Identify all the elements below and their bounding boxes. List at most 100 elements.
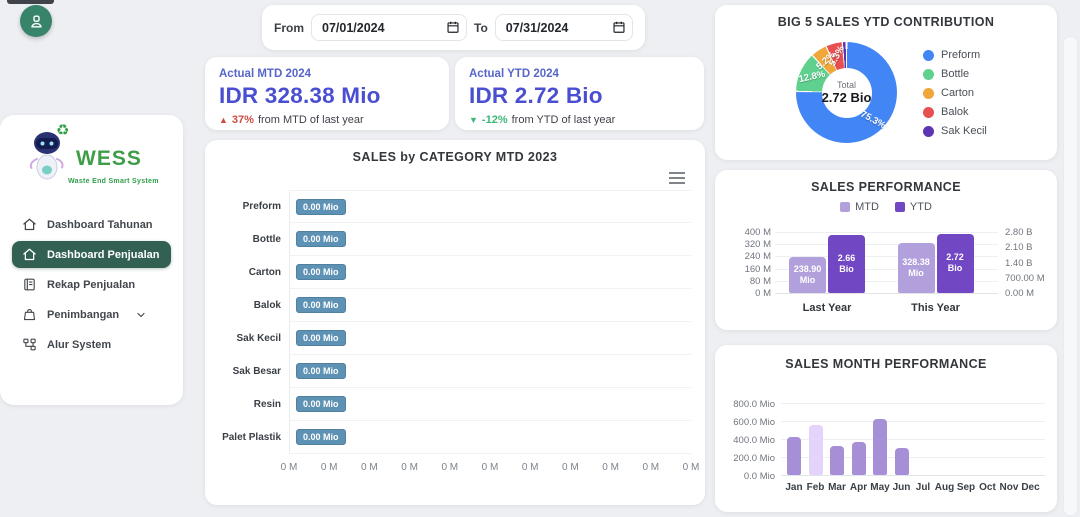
x-axis-tick: 0 M [518,462,542,473]
sidebar-item-label: Penimbangan [47,309,119,321]
category-row-resin: Resin0.00 Mio [219,388,691,421]
legend-item-carton[interactable]: Carton [923,87,987,99]
x-axis-tick: 0 M [398,462,422,473]
dashboard-page: From To Actual MTD 2024 IDR 328.38 Mio ▲… [0,0,1080,517]
y-axis-tick: 600.0 Mio [717,417,775,428]
x-axis-tick: 0 M [599,462,623,473]
category-row-sak-besar: Sak Besar0.00 Mio [219,355,691,388]
y-axis-tick-left: 240 M [721,251,771,262]
gridline [775,293,998,294]
calendar-icon[interactable] [612,20,626,34]
bar-apr[interactable] [852,442,866,475]
sidebar-item-rekap-penjualan[interactable]: Rekap Penjualan [12,271,171,298]
kpi-label: Actual YTD 2024 [469,68,690,80]
bar-value-label: 0.00 Mio [296,330,346,346]
x-axis-tick: 0 M [357,462,381,473]
y-axis-tick-left: 80 M [721,276,771,287]
kpi-value: IDR 2.72 Bio [469,83,690,109]
x-axis-tick-nov: Nov [998,482,1020,493]
gridline [775,232,998,233]
bar-ytd-last-year[interactable]: 2.66Bio [828,235,865,293]
category-label: Resin [219,388,289,421]
y-axis-tick-left: 400 M [721,227,771,238]
category-bar-track: 0.00 Mio [289,190,691,223]
x-axis-tick-sep: Sep [955,482,977,493]
legend-item-bottle[interactable]: Bottle [923,68,987,80]
x-axis-tick-feb: Feb [805,482,827,493]
x-axis-tick-jul: Jul [912,482,934,493]
x-axis-tick-jan: Jan [783,482,805,493]
category-label: Carton [219,256,289,289]
user-avatar-button[interactable] [20,5,52,37]
sidebar-item-penimbangan[interactable]: Penimbangan [12,301,171,328]
sidebar-item-dashboard-tahunan[interactable]: Dashboard Tahunan [12,211,171,238]
y-axis-tick: 200.0 Mio [717,453,775,464]
x-axis-tick: 0 M [558,462,582,473]
bar-feb[interactable] [809,425,823,475]
legend-item-ytd[interactable]: YTD [895,201,932,213]
category-label: Preform [219,190,289,223]
flow-icon [22,337,37,352]
date-filter-card: From To [262,5,645,50]
window-edge [7,0,54,4]
category-row-carton: Carton0.00 Mio [219,256,691,289]
category-label: Balok [219,289,289,322]
chart-title: SALES PERFORMANCE [715,180,1057,194]
legend-item-sak-kecil[interactable]: Sak Kecil [923,125,987,137]
y-axis-tick-right: 2.80 B [1005,227,1032,238]
y-axis-tick-right: 1.40 B [1005,258,1032,269]
category-label: Sak Kecil [219,322,289,355]
bar-mtd-last-year[interactable]: 238.90Mio [789,257,826,293]
sidebar-item-alur-system[interactable]: Alur System [12,331,171,358]
chevron-down-icon [135,309,147,321]
x-axis-tick-dec: Dec [1020,482,1042,493]
from-date-input[interactable] [311,14,467,41]
kpi-label: Actual MTD 2024 [219,68,435,80]
wess-logo: ♻ WESS Waste End Smart System [26,125,172,209]
sidebar-item-dashboard-penjualan[interactable]: Dashboard Penjualan [12,241,171,268]
category-label: Sak Besar [219,355,289,388]
bar-mtd-this-year[interactable]: 328.38Mio [898,243,935,293]
sidebar-item-label: Dashboard Tahunan [47,219,153,231]
donut-center-label: Total [837,80,856,90]
legend-dot [923,126,934,137]
gridline [781,475,1045,476]
bar-value-label: 0.00 Mio [296,231,346,247]
bar-mar[interactable] [830,446,844,475]
sidebar-item-label: Rekap Penjualan [47,279,135,291]
y-axis-tick-left: 160 M [721,264,771,275]
category-bar-track: 0.00 Mio [289,388,691,421]
chart-menu-icon[interactable] [669,172,685,184]
legend-label: Preform [941,49,980,61]
scrollbar[interactable] [1063,36,1078,516]
bar-jun[interactable] [895,448,909,475]
kpi-delta: 37% [232,114,254,126]
category-row-bottle: Bottle 0.00 Mio [219,223,691,256]
category-label: Palet Plastik [219,421,289,454]
kpi-note: from MTD of last year [258,114,364,126]
donut-center-value: 2.72 Bio [822,90,872,105]
sales-month-performance-card: SALES MONTH PERFORMANCE 800.0 Mio600.0 M… [715,345,1057,512]
bar-ytd-this-year[interactable]: 2.72Bio [937,234,974,293]
gridline [781,403,1045,404]
chart-title: SALES by CATEGORY MTD 2023 [205,150,705,164]
legend-label: Balok [941,106,969,118]
legend-item-mtd[interactable]: MTD [840,201,879,213]
performance-legend: MTD YTD [715,201,1057,213]
bar-may[interactable] [873,419,887,475]
legend-item-preform[interactable]: Preform [923,49,987,61]
bar-value-label: 2.72Bio [946,252,964,275]
legend-item-balok[interactable]: Balok [923,106,987,118]
calendar-icon[interactable] [446,20,460,34]
donut-chart[interactable]: Total 2.72 Bio 75.3%12.8%5.2%5.3% [796,42,897,143]
legend-dot [923,107,934,118]
x-axis-tick-mar: Mar [826,482,848,493]
category-label: Bottle [219,223,289,256]
from-label: From [274,21,304,35]
sidebar-item-label: Dashboard Penjualan [47,249,159,261]
legend-dot [923,50,934,61]
x-axis-tick-aug: Aug [934,482,956,493]
bar-jan[interactable] [787,437,801,475]
x-axis-tick: 0 M [679,462,703,473]
category-row-palet-plastik: Palet Plastik0.00 Mio [219,421,691,454]
